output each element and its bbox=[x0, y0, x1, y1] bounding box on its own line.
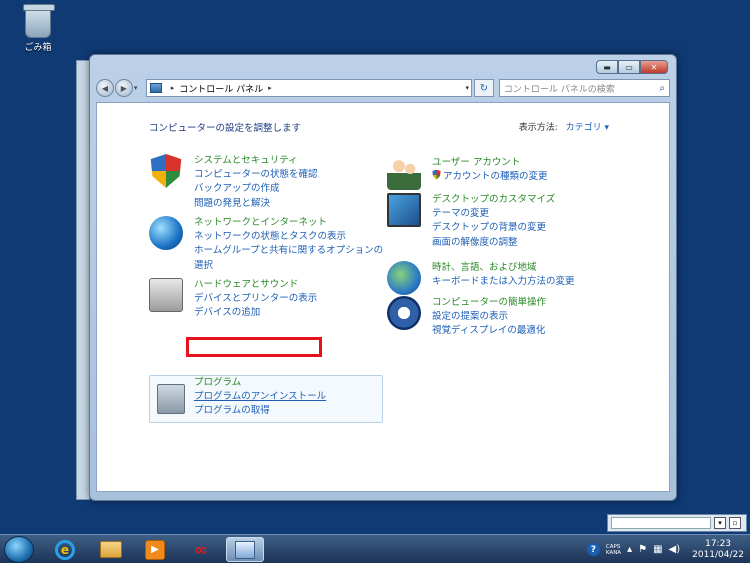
content-pane: コンピューターの設定を調整します 表示方法: カテゴリ ▾ システムとセキュリテ… bbox=[96, 102, 670, 492]
maximize-button[interactable]: ▭ bbox=[618, 60, 640, 74]
language-bar-field[interactable] bbox=[611, 517, 711, 529]
recycle-bin-label: ごみ箱 bbox=[24, 43, 52, 53]
folder-icon bbox=[100, 541, 122, 558]
internet-explorer-icon: e bbox=[55, 539, 75, 560]
link-change-keyboard[interactable]: キーボードまたは入力方法の変更 bbox=[432, 275, 575, 290]
link-troubleshoot[interactable]: 問題の発見と解決 bbox=[194, 197, 318, 212]
control-panel-icon bbox=[235, 540, 255, 559]
clock-time: 17:23 bbox=[705, 538, 732, 549]
annotation-highlight-box bbox=[186, 337, 322, 357]
back-button[interactable]: ◀ bbox=[96, 79, 114, 97]
background-window-edge[interactable] bbox=[76, 60, 90, 500]
taskbar: e ▶ ∞ ? CAPS KANA ▴ ⚑ ▦ ◀) 17:23 2011/04… bbox=[0, 534, 750, 563]
media-player-icon: ▶ bbox=[145, 539, 165, 560]
link-label[interactable]: アカウントの種類の変更 bbox=[443, 171, 548, 182]
printer-icon[interactable] bbox=[149, 278, 183, 312]
fujitsu-infinity-icon: ∞ bbox=[194, 540, 208, 559]
language-bar-restore[interactable]: ▫ bbox=[729, 517, 741, 529]
minimize-button[interactable]: ▬ bbox=[596, 60, 618, 74]
clock-date: 2011/04/22 bbox=[692, 549, 744, 560]
control-panel-icon bbox=[149, 83, 162, 93]
search-placeholder: コントロール パネルの検索 bbox=[503, 84, 615, 95]
link-add-device[interactable]: デバイスの追加 bbox=[194, 306, 317, 321]
desktop-personalize-icon[interactable] bbox=[387, 193, 421, 227]
page-title: コンピューターの設定を調整します bbox=[149, 123, 302, 134]
action-center-flag-icon[interactable]: ⚑ bbox=[638, 544, 647, 555]
chevron-down-icon: ▾ bbox=[718, 519, 722, 527]
recent-pages-dropdown[interactable]: ▾ bbox=[134, 84, 142, 92]
users-icon[interactable] bbox=[387, 156, 421, 190]
language-bar-dropdown[interactable]: ▾ bbox=[714, 517, 726, 529]
address-dropdown-icon[interactable]: ▾ bbox=[465, 84, 469, 92]
view-by-label: 表示方法: bbox=[518, 123, 558, 133]
taskbar-explorer[interactable] bbox=[92, 537, 130, 562]
link-uninstall-program[interactable]: プログラムのアンインストール bbox=[194, 390, 326, 405]
restore-icon: ▫ bbox=[732, 519, 738, 527]
control-panel-window: ▬ ▭ ✕ ◀ ▶ ▾ ▸ コントロール パネル ▸ ▾ ↻ コントロール パネ… bbox=[89, 54, 677, 501]
clock-globe-icon[interactable] bbox=[387, 261, 421, 295]
category-heading[interactable]: ネットワークとインターネット bbox=[194, 216, 383, 230]
link-get-programs[interactable]: プログラムの取得 bbox=[194, 404, 326, 419]
forward-button[interactable]: ▶ bbox=[114, 79, 133, 97]
category-heading[interactable]: 時計、言語、および地域 bbox=[432, 261, 575, 275]
recycle-bin-icon bbox=[23, 4, 55, 38]
taskbar-clock[interactable]: 17:23 2011/04/22 bbox=[692, 539, 744, 561]
close-button[interactable]: ✕ bbox=[640, 60, 668, 74]
address-bar[interactable]: ▸ コントロール パネル ▸ ▾ bbox=[145, 79, 472, 97]
start-button[interactable] bbox=[4, 536, 34, 563]
view-by: 表示方法: カテゴリ ▾ bbox=[519, 120, 609, 133]
refresh-button[interactable]: ↻ bbox=[474, 79, 494, 97]
network-globe-icon[interactable] bbox=[149, 216, 183, 250]
breadcrumb-separator-icon[interactable]: ▸ bbox=[171, 84, 175, 92]
help-icon[interactable]: ? bbox=[586, 543, 600, 556]
link-change-account-type[interactable]: アカウントの種類の変更 bbox=[432, 169, 548, 185]
link-homegroup-cont[interactable]: 選択 bbox=[194, 259, 383, 274]
kana-indicator: KANA bbox=[605, 549, 622, 556]
search-input[interactable]: コントロール パネルの検索 ⌕ bbox=[498, 79, 670, 97]
link-adjust-resolution[interactable]: 画面の解像度の調整 bbox=[432, 236, 555, 251]
network-icon[interactable]: ▦ bbox=[653, 544, 662, 555]
category-heading[interactable]: コンピューターの簡単操作 bbox=[432, 296, 546, 310]
category-heading[interactable]: プログラム bbox=[194, 376, 326, 390]
link-suggested-settings[interactable]: 設定の提案の表示 bbox=[432, 310, 546, 325]
link-check-status[interactable]: コンピューターの状態を確認 bbox=[194, 168, 318, 183]
navigation-bar: ◀ ▶ ▾ ▸ コントロール パネル ▸ ▾ ↻ コントロール パネルの検索 ⌕ bbox=[96, 77, 670, 99]
search-icon[interactable]: ⌕ bbox=[659, 83, 665, 94]
volume-icon[interactable]: ◀) bbox=[669, 544, 681, 555]
link-devices-printers[interactable]: デバイスとプリンターの表示 bbox=[194, 292, 317, 307]
breadcrumb-separator-icon[interactable]: ▸ bbox=[268, 84, 272, 92]
category-heading[interactable]: ユーザー アカウント bbox=[432, 156, 548, 170]
link-change-background[interactable]: デスクトップの背景の変更 bbox=[432, 221, 555, 236]
category-heading[interactable]: ハードウェアとサウンド bbox=[194, 278, 317, 292]
system-tray: ? CAPS KANA ▴ ⚑ ▦ ◀) 17:23 2011/04/22 bbox=[586, 535, 750, 563]
security-shield-icon[interactable] bbox=[150, 154, 182, 188]
taskbar-ie[interactable]: e bbox=[46, 537, 84, 562]
breadcrumb-control-panel[interactable]: コントロール パネル bbox=[179, 82, 263, 95]
link-optimize-display[interactable]: 視覚ディスプレイの最適化 bbox=[432, 324, 546, 339]
recycle-bin[interactable]: ごみ箱 bbox=[18, 4, 58, 53]
link-change-theme[interactable]: テーマの変更 bbox=[432, 207, 555, 222]
ime-status[interactable]: CAPS KANA bbox=[606, 544, 621, 556]
show-hidden-icons-icon[interactable]: ▴ bbox=[627, 544, 632, 555]
category-heading[interactable]: デスクトップのカスタマイズ bbox=[432, 193, 555, 207]
caps-indicator: CAPS bbox=[605, 543, 621, 550]
link-network-status[interactable]: ネットワークの状態とタスクの表示 bbox=[194, 230, 383, 245]
link-backup[interactable]: バックアップの作成 bbox=[194, 182, 318, 197]
ease-of-access-icon[interactable] bbox=[387, 296, 421, 330]
taskbar-fujitsu[interactable]: ∞ bbox=[182, 537, 220, 562]
uac-shield-icon bbox=[432, 169, 441, 180]
view-by-dropdown[interactable]: カテゴリ ▾ bbox=[566, 123, 609, 133]
back-arrow-icon: ◀ bbox=[101, 83, 109, 93]
taskbar-control-panel[interactable] bbox=[226, 537, 264, 562]
window-controls: ▬ ▭ ✕ bbox=[596, 60, 668, 74]
taskbar-media-player[interactable]: ▶ bbox=[136, 537, 174, 562]
category-heading[interactable]: システムとセキュリティ bbox=[194, 154, 318, 168]
link-homegroup[interactable]: ホームグループと共有に関するオプションの bbox=[194, 244, 383, 259]
programs-disc-icon[interactable] bbox=[157, 384, 185, 414]
forward-arrow-icon: ▶ bbox=[120, 83, 127, 93]
refresh-icon: ↻ bbox=[479, 82, 489, 94]
language-bar: ▾ ▫ bbox=[607, 514, 747, 532]
